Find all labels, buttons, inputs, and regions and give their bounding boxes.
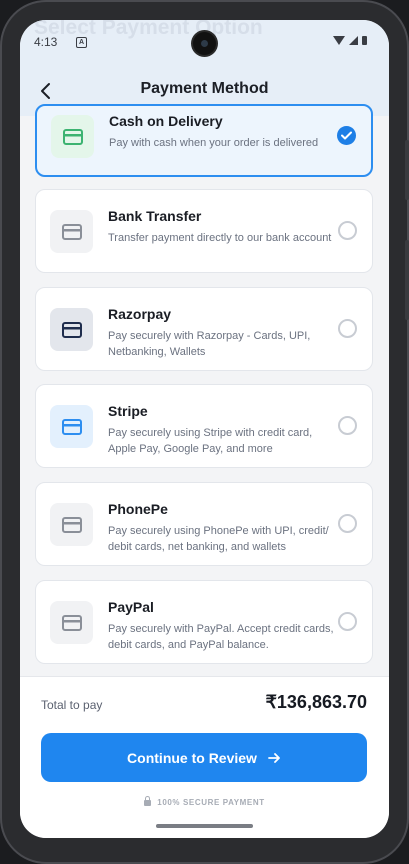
home-indicator[interactable] — [156, 824, 253, 828]
payment-option-description: Pay securely with Razorpay - Cards, UPI,… — [108, 330, 311, 358]
volume-button — [405, 240, 409, 320]
wifi-icon — [333, 36, 345, 45]
secure-payment-note: 100% SECURE PAYMENT — [20, 796, 389, 807]
battery-icon — [362, 36, 367, 45]
arrow-right-icon — [268, 752, 280, 763]
cash-card-icon-box — [51, 115, 94, 158]
bank-card-icon — [61, 223, 82, 240]
status-icons — [333, 36, 367, 45]
stripe-card-icon-box — [50, 405, 93, 448]
radio-unselected[interactable] — [338, 319, 357, 338]
secure-payment-text: 100% SECURE PAYMENT — [157, 798, 265, 807]
status-time: 4:13 — [34, 35, 58, 49]
payment-option-card[interactable]: PhonePe Pay securely using PhonePe with U… — [35, 482, 373, 566]
radio-unselected[interactable] — [338, 612, 357, 631]
continue-button-label: Continue to Review — [127, 749, 257, 766]
cash-card-icon — [62, 128, 83, 145]
page-title: Payment Method — [140, 80, 269, 97]
razorpay-card-icon-box — [50, 308, 93, 351]
paypal-card-icon-box — [50, 601, 93, 644]
ghost-title: Select Payment Option — [34, 20, 263, 39]
payment-option-card[interactable]: Razorpay Pay securely with Razorpay - Car… — [35, 287, 373, 371]
radio-unselected[interactable] — [338, 514, 357, 533]
lock-icon — [144, 796, 152, 806]
payment-option-description: Pay securely with PayPal. Accept credit … — [108, 623, 334, 651]
check-icon — [341, 131, 352, 140]
total-amount: ₹136,863.70 — [265, 692, 367, 712]
payment-option-description: Pay securely using PhonePe with UPI, cre… — [108, 525, 329, 553]
payment-option-card[interactable]: Bank Transfer Transfer payment directly t… — [35, 189, 373, 273]
total-label: Total to pay — [41, 698, 103, 712]
payment-option-title: Bank Transfer — [108, 208, 202, 224]
radio-unselected[interactable] — [338, 416, 357, 435]
payment-option-title: PayPal — [108, 599, 154, 615]
payment-option-title: Stripe — [108, 403, 148, 419]
payment-option-card[interactable]: Stripe Pay securely using Stripe with cre… — [35, 384, 373, 468]
phonepe-card-icon — [61, 516, 82, 533]
paypal-card-icon — [61, 614, 82, 631]
stripe-card-icon — [61, 418, 82, 435]
phonepe-card-icon-box — [50, 503, 93, 546]
power-button — [405, 140, 409, 200]
app-screen: Select Payment Option 4:13 A Payment Met… — [20, 20, 389, 838]
app-bar: Select Payment Option 4:13 A Payment Met… — [20, 20, 389, 116]
notification-icon: A — [76, 37, 87, 48]
payment-option-card[interactable]: Cash on Delivery Pay with cash when your … — [35, 104, 373, 177]
payment-option-description: Pay securely using Stripe with credit ca… — [108, 427, 313, 455]
razorpay-card-icon — [61, 321, 82, 338]
payment-option-card[interactable]: PayPal Pay securely with PayPal. Accept c… — [35, 580, 373, 664]
bank-card-icon-box — [50, 210, 93, 253]
continue-to-review-button[interactable]: Continue to Review — [41, 733, 367, 782]
radio-selected[interactable] — [337, 126, 356, 145]
payment-option-title: PhonePe — [108, 501, 168, 517]
radio-unselected[interactable] — [338, 221, 357, 240]
payment-option-title: Cash on Delivery — [109, 113, 223, 129]
signal-icon — [349, 36, 358, 45]
camera-cutout — [193, 32, 216, 55]
payment-option-description: Pay with cash when your order is deliver… — [109, 137, 319, 149]
checkout-summary: Total to pay ₹136,863.70 Continue to Rev… — [20, 676, 389, 838]
payment-option-description: Transfer payment directly to our bank ac… — [108, 232, 332, 244]
payment-option-title: Razorpay — [108, 306, 172, 322]
